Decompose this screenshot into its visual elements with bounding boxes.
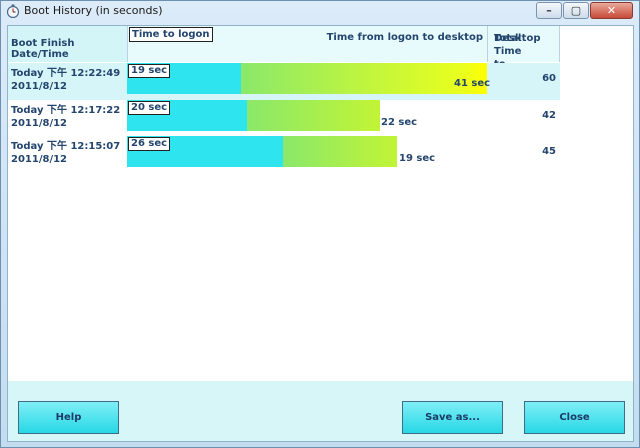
save-as-button[interactable]: Save as... (402, 401, 503, 434)
stopwatch-icon (6, 4, 20, 18)
boot-date-cell: Today 下午 12:15:07 2011/8/12 (11, 140, 120, 166)
close-icon: ✕ (606, 4, 617, 17)
close-button[interactable]: Close (524, 401, 625, 434)
desktop-seconds-label: 19 sec (399, 153, 436, 164)
client-area: Boot Finish Date/Time Time to logon Time… (7, 25, 634, 442)
table-row[interactable]: Today 下午 12:17:22 2011/8/12 20 sec 22 se… (8, 100, 560, 137)
total-seconds: 60 (542, 73, 556, 84)
boot-history-list[interactable]: Boot Finish Date/Time Time to logon Time… (8, 26, 633, 381)
logon-seconds-label: 19 sec (128, 64, 171, 78)
total-seconds: 45 (542, 146, 556, 157)
maximize-icon: ▢ (570, 4, 582, 17)
column-header-total[interactable]: Total Time toDesktop (487, 26, 560, 70)
desktop-bar (241, 63, 487, 94)
column-header-times[interactable]: Time to logon Time from logon to desktop (127, 26, 487, 62)
caption-buttons: – ▢ ✕ (535, 2, 633, 19)
help-button[interactable]: Help (18, 401, 119, 434)
logon-seconds-label: 20 sec (128, 101, 171, 115)
maximize-button[interactable]: ▢ (563, 2, 589, 19)
total-seconds: 42 (542, 110, 556, 121)
window-close-button[interactable]: ✕ (590, 2, 633, 19)
logon-seconds-label: 26 sec (128, 137, 171, 151)
boot-date-cell: Today 下午 12:22:49 2011/8/12 (11, 67, 120, 93)
desktop-bar (247, 100, 380, 131)
column-header-date-label: Boot Finish Date/Time (11, 38, 75, 60)
column-header-total-line2: Desktop (494, 33, 541, 44)
desktop-seconds-label: 41 sec (454, 78, 491, 89)
desktop-seconds-label: 22 sec (381, 117, 418, 128)
table-row[interactable]: Today 下午 12:15:07 2011/8/12 26 sec 19 se… (8, 136, 560, 173)
window-title: Boot History (in seconds) (24, 4, 163, 17)
boot-date: 2011/8/12 (11, 118, 68, 129)
desktop-bar (283, 136, 397, 167)
boot-date-cell: Today 下午 12:17:22 2011/8/12 (11, 104, 120, 130)
boot-time: Today 下午 12:22:49 (11, 68, 121, 79)
legend-time-to-desktop: Time from logon to desktop (326, 32, 483, 43)
minimize-button[interactable]: – (536, 2, 562, 19)
legend-time-to-logon: Time to logon (129, 27, 213, 42)
boot-history-window: Boot History (in seconds) – ▢ ✕ Boot Fin… (0, 0, 640, 448)
boot-date: 2011/8/12 (11, 81, 68, 92)
table-row[interactable]: Today 下午 12:22:49 2011/8/12 19 sec 41 se… (8, 63, 560, 100)
minimize-icon: – (546, 4, 552, 17)
boot-date: 2011/8/12 (11, 154, 68, 165)
boot-time: Today 下午 12:15:07 (11, 141, 121, 152)
title-bar[interactable]: Boot History (in seconds) – ▢ ✕ (1, 1, 639, 21)
column-header-date[interactable]: Boot Finish Date/Time (8, 26, 127, 62)
boot-time: Today 下午 12:17:22 (11, 105, 121, 116)
